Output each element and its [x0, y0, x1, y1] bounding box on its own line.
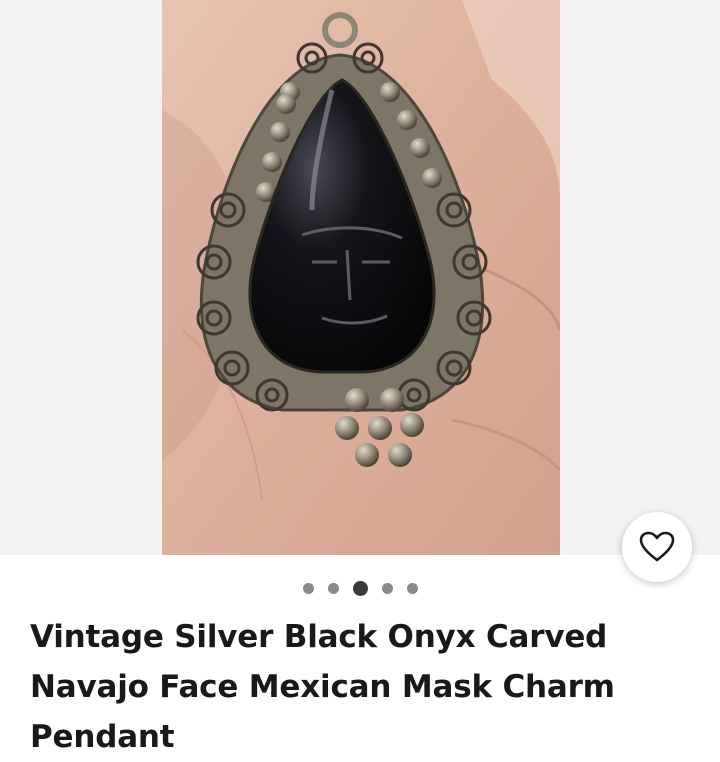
pagination-dot[interactable]: [327, 582, 339, 594]
listing-title: Vintage Silver Black Onyx Carved Navajo …: [30, 619, 615, 755]
favorite-button[interactable]: [622, 512, 692, 582]
gallery-pagination: [0, 579, 720, 597]
product-photo[interactable]: [162, 0, 560, 555]
pagination-dot[interactable]: [302, 582, 314, 594]
pagination-dot[interactable]: [406, 582, 418, 594]
heart-outline-icon: [639, 531, 675, 562]
pagination-dot[interactable]: [381, 582, 393, 594]
pagination-dot-active[interactable]: [352, 580, 368, 596]
image-gallery[interactable]: [0, 0, 720, 582]
